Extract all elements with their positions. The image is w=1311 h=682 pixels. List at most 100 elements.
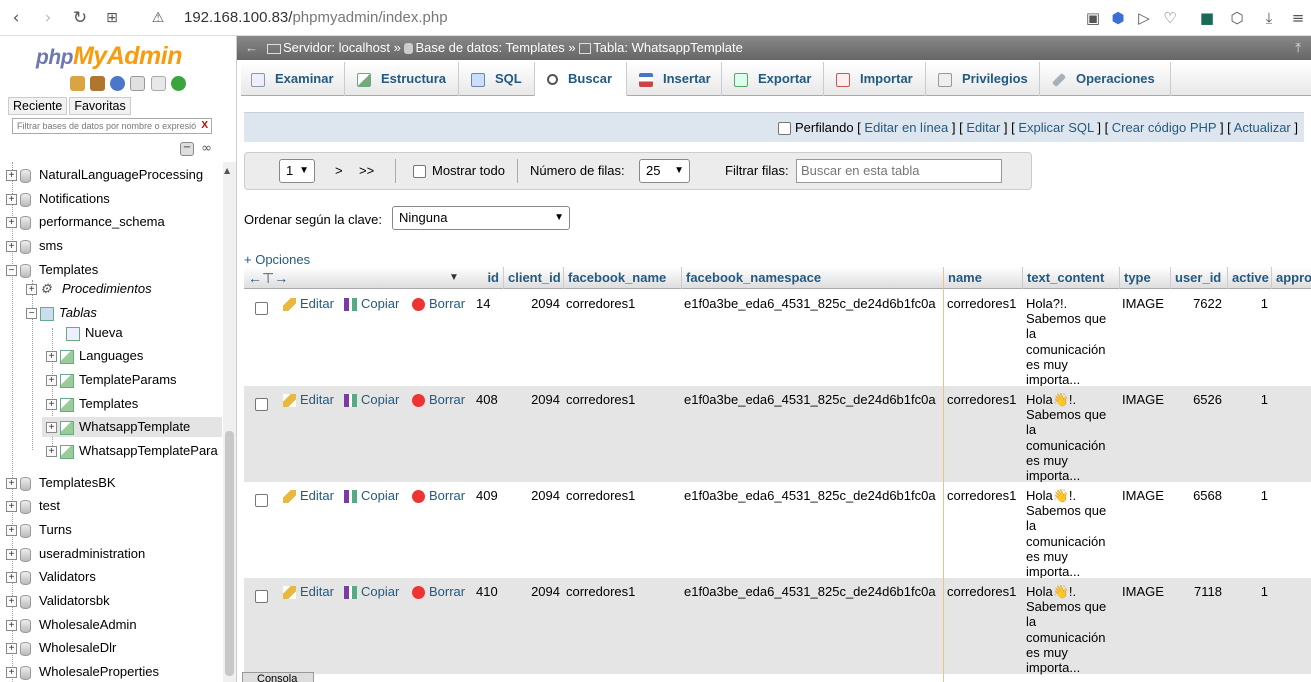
download-icon[interactable]: ⤓ — [1258, 6, 1280, 30]
row-checkbox[interactable] — [255, 398, 268, 411]
tree-db[interactable]: + WholesaleProperties — [6, 662, 159, 682]
tree-db[interactable]: + WholesaleDlr — [6, 638, 116, 658]
collapse-all-icon[interactable]: − — [180, 141, 194, 156]
expand-icon[interactable]: + — [6, 194, 17, 206]
favorites-tab[interactable]: Favoritas — [69, 97, 131, 115]
arrow-left-icon[interactable]: ← — [245, 36, 258, 60]
phpmyadmin-logo[interactable]: phpMyAdmin — [36, 42, 182, 71]
expand-icon[interactable]: + — [6, 525, 17, 537]
tree-db[interactable]: + Validators — [6, 567, 96, 587]
logout-icon[interactable] — [90, 76, 106, 91]
tree-db[interactable]: + test — [6, 496, 60, 516]
expand-icon[interactable]: + — [6, 572, 17, 584]
tab-export[interactable]: Exportar — [722, 62, 824, 96]
edit-link[interactable]: Editar — [283, 584, 334, 600]
tree-db[interactable]: + WholesaleAdmin — [6, 615, 137, 635]
tab-structure[interactable]: Estructura — [345, 62, 459, 96]
tab-import[interactable]: Importar — [824, 62, 926, 96]
tree-db[interactable]: + useradministration — [6, 544, 145, 564]
show-all-checkbox[interactable] — [413, 165, 426, 178]
tree-table[interactable]: + Templates — [46, 394, 138, 414]
help-icon[interactable] — [110, 76, 126, 91]
home-icon[interactable] — [70, 76, 85, 91]
collapse-icon[interactable]: − — [6, 265, 17, 277]
collapse-icon[interactable]: − — [26, 308, 37, 320]
recent-tab[interactable]: Reciente — [8, 97, 68, 115]
inline-edit-link[interactable]: Editar en línea — [864, 120, 948, 135]
shield-icon[interactable]: ⬢ — [1107, 6, 1129, 30]
tree-db[interactable]: + TemplatesBK — [6, 473, 116, 493]
breadcrumb-server[interactable]: Servidor: localhost — [283, 40, 390, 55]
tabs-grid-icon[interactable]: ⊞ — [100, 6, 124, 30]
expand-icon[interactable]: + — [6, 478, 17, 490]
copy-link[interactable]: Copiar — [344, 584, 399, 600]
col-appro[interactable]: appro — [1271, 267, 1311, 289]
col-facebook-namespace[interactable]: facebook_namespace — [681, 267, 943, 289]
expand-icon[interactable]: + — [6, 549, 17, 561]
tree-db-templates[interactable]: − Templates — [6, 260, 98, 280]
collapse-top-icon[interactable]: ⤒ — [1295, 36, 1301, 60]
docs-icon[interactable] — [130, 76, 146, 91]
expand-icon[interactable]: + — [26, 284, 37, 296]
explain-sql-link[interactable]: Explicar SQL — [1018, 120, 1093, 135]
sort-select[interactable]: Ninguna ▼ — [392, 206, 570, 230]
breadcrumb-database[interactable]: Base de datos: Templates — [415, 40, 564, 55]
col-name[interactable]: name — [943, 267, 1022, 289]
settings-icon[interactable] — [150, 76, 166, 91]
row-checkbox[interactable] — [255, 302, 268, 315]
filter-databases-input[interactable]: Filtrar bases de datos por nombre o expr… — [12, 118, 212, 134]
copy-link[interactable]: Copiar — [344, 296, 399, 312]
tree-table[interactable]: + WhatsappTemplatePara — [46, 441, 218, 461]
tree-tables[interactable]: − Tablas — [26, 303, 97, 323]
reload-icon[interactable]: ↻ — [68, 6, 92, 30]
filter-rows-input[interactable]: Buscar en esta tabla — [796, 159, 1002, 183]
edit-link[interactable]: Editar — [283, 392, 334, 408]
col-user-id[interactable]: user_id — [1170, 267, 1227, 289]
edit-link[interactable]: Editar — [966, 120, 1000, 135]
tree-db[interactable]: + Validatorsbk — [6, 591, 110, 611]
tree-new-table[interactable]: Nueva — [66, 323, 123, 343]
row-checkbox[interactable] — [255, 590, 268, 603]
cube-icon[interactable]: ⬡ — [1226, 6, 1248, 30]
expand-icon[interactable]: + — [46, 399, 57, 411]
page-select[interactable]: 1 ▼ — [279, 159, 315, 183]
scroll-up-icon[interactable]: ▲ — [224, 166, 230, 175]
expand-icon[interactable]: + — [46, 422, 57, 434]
heart-icon[interactable]: ♡ — [1159, 6, 1181, 30]
col-active[interactable]: active — [1227, 267, 1271, 289]
menu-icon[interactable]: ≡ — [1287, 6, 1309, 30]
create-php-link[interactable]: Crear código PHP — [1112, 120, 1217, 135]
delete-link[interactable]: Borrar — [412, 392, 465, 408]
tree-db[interactable]: + Notifications — [6, 189, 110, 209]
expand-icon[interactable]: + — [6, 667, 17, 679]
tree-db[interactable]: + performance_schema — [6, 212, 165, 232]
row-checkbox[interactable] — [255, 494, 268, 507]
tree-table-selected[interactable]: + WhatsappTemplate — [42, 417, 222, 437]
options-link[interactable]: + Opciones — [244, 252, 310, 267]
send-icon[interactable]: ▷ — [1133, 6, 1155, 30]
tree-db[interactable]: + NaturalLanguageProcessing — [6, 165, 203, 185]
expand-icon[interactable]: + — [46, 446, 57, 458]
edit-link[interactable]: Editar — [283, 296, 334, 312]
rows-select[interactable]: 25 ▼ — [639, 159, 690, 183]
tree-table[interactable]: + TemplateParams — [46, 370, 177, 390]
tree-db[interactable]: + Turns — [6, 520, 72, 540]
tree-procedures[interactable]: + ⚙ Procedimientos — [26, 279, 152, 299]
refresh-link[interactable]: Actualizar — [1234, 120, 1291, 135]
expand-icon[interactable]: + — [6, 170, 17, 182]
tab-operations[interactable]: Operaciones — [1040, 62, 1171, 96]
column-resize-icon[interactable]: ←⊤→ — [248, 267, 288, 289]
delete-link[interactable]: Borrar — [412, 584, 465, 600]
back-icon[interactable]: ‹ — [4, 6, 28, 30]
reload-nav-icon[interactable] — [170, 76, 186, 91]
breadcrumb-table[interactable]: Tabla: WhatsappTemplate — [593, 40, 743, 55]
sidebar-scroll-thumb[interactable] — [225, 431, 234, 676]
expand-icon[interactable]: + — [6, 501, 17, 513]
col-type[interactable]: type — [1119, 267, 1170, 289]
expand-icon[interactable]: + — [6, 620, 17, 632]
tree-table[interactable]: + Languages — [46, 346, 143, 366]
expand-icon[interactable]: + — [6, 241, 17, 253]
tab-sql[interactable]: SQL — [459, 62, 535, 96]
expand-icon[interactable]: + — [46, 375, 57, 387]
profiling-checkbox[interactable] — [778, 122, 792, 136]
